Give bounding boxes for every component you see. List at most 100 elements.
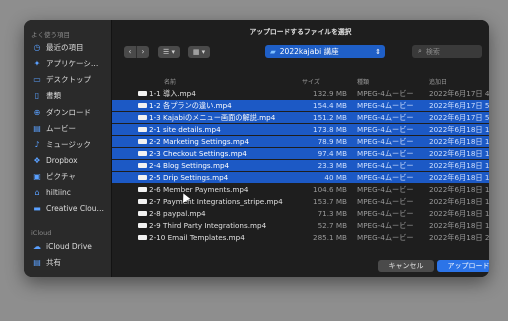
file-row[interactable]: 2-7 Payment Integrations_stripe.mp4 153.7… [112, 196, 489, 207]
film-icon: ▤ [33, 123, 41, 133]
file-size: 40 MB [324, 173, 347, 182]
sidebar-item-creative-cloud[interactable]: ▬ Creative Clou… [24, 201, 111, 215]
chevron-updown-icon: ⇕ [375, 47, 381, 56]
file-row[interactable]: 2-6 Member Payments.mp4 104.6 MB MPEG-4ムービ… [112, 184, 489, 195]
download-icon: ⊕ [33, 107, 41, 117]
file-name: 2-4 Blog Settings.mp4 [149, 161, 230, 170]
column-size[interactable]: サイズ [302, 77, 320, 86]
file-row[interactable]: 2-8 paypal.mp4 71.3 MB MPEG-4ムービー 2022年6月18… [112, 208, 489, 219]
file-row[interactable]: 1-1 導入.mp4 132.9 MB MPEG-4ムービー 2022年6月17日 4 [112, 88, 489, 99]
file-kind: MPEG-4ムービー [357, 173, 414, 182]
file-name: 1-2 各プランの違い.mp4 [149, 101, 232, 110]
video-file-icon [138, 223, 147, 228]
column-kind[interactable]: 種類 [357, 77, 369, 86]
file-date: 2022年6月18日 1 [429, 161, 489, 170]
file-size: 97.4 MB [317, 149, 347, 158]
file-kind: MPEG-4ムービー [357, 185, 414, 194]
cancel-button[interactable]: キャンセル [378, 260, 434, 272]
column-name[interactable]: 名前 [164, 77, 176, 86]
file-kind: MPEG-4ムービー [357, 197, 414, 206]
file-name: 2-1 site details.mp4 [149, 125, 221, 134]
sidebar-item-label: ピクチャ [46, 171, 76, 181]
video-file-icon [138, 127, 147, 132]
video-file-icon [138, 199, 147, 204]
file-row[interactable]: 2-4 Blog Settings.mp4 23.3 MB MPEG-4ムービー 20… [112, 160, 489, 171]
file-date: 2022年6月18日 1 [429, 173, 489, 182]
file-date: 2022年6月18日 1 [429, 149, 489, 158]
sidebar-item-home[interactable]: ⌂ hiltiinc [24, 185, 111, 199]
sidebar-item-pictures[interactable]: ▣ ピクチャ [24, 169, 111, 183]
file-size: 153.7 MB [313, 197, 347, 206]
file-date: 2022年6月17日 5 [429, 101, 489, 110]
sidebar-item-dropbox[interactable]: ❖ Dropbox [24, 153, 111, 167]
upload-button[interactable]: アップロード [437, 260, 489, 272]
sidebar-item-recents[interactable]: ◷ 最近の項目 [24, 40, 111, 54]
sidebar-item-shared[interactable]: ▤ 共有 [24, 255, 111, 269]
folder-popup[interactable]: ▰ 2022kajabi 講座 ⇕ [265, 45, 385, 58]
sidebar: よく使う項目 ◷ 最近の項目 ✦ アプリケーシ… ▭ デスクトップ ▯ 書類 ⊕… [24, 20, 112, 277]
file-row[interactable]: 2-2 Marketing Settings.mp4 78.9 MB MPEG-4ム… [112, 136, 489, 147]
file-row[interactable]: 2-3 Checkout Settings.mp4 97.4 MB MPEG-4ムー… [112, 148, 489, 159]
sidebar-item-documents[interactable]: ▯ 書類 [24, 88, 111, 102]
sidebar-item-movies[interactable]: ▤ ムービー [24, 121, 111, 135]
file-kind: MPEG-4ムービー [357, 161, 414, 170]
sidebar-item-label: 書類 [46, 90, 61, 100]
sidebar-item-applications[interactable]: ✦ アプリケーシ… [24, 56, 111, 70]
column-date-added[interactable]: 追加日 [429, 77, 447, 86]
sidebar-favorites-header: よく使う項目 [31, 31, 70, 39]
back-button[interactable]: ‹ [124, 46, 136, 58]
file-row[interactable]: 2-1 site details.mp4 173.8 MB MPEG-4ムービー 20… [112, 124, 489, 135]
music-icon: ♪ [34, 139, 40, 149]
file-size: 52.7 MB [317, 221, 347, 230]
file-row[interactable]: 2-10 Email Templates.mp4 285.1 MB MPEG-4ムー… [112, 232, 489, 243]
file-name: 2-7 Payment Integrations_stripe.mp4 [149, 197, 283, 206]
sidebar-item-desktop[interactable]: ▭ デスクトップ [24, 72, 111, 86]
file-kind: MPEG-4ムービー [357, 113, 414, 122]
sidebar-item-label: 最近の項目 [46, 42, 84, 52]
file-name: 1-3 Kajabiのメニュー画面の解説.mp4 [149, 113, 276, 122]
file-kind: MPEG-4ムービー [357, 125, 414, 134]
sidebar-item-music[interactable]: ♪ ミュージック [24, 137, 111, 151]
file-date: 2022年6月18日 1 [429, 125, 489, 134]
video-file-icon [138, 103, 147, 108]
file-size: 71.3 MB [317, 209, 347, 218]
file-kind: MPEG-4ムービー [357, 137, 414, 146]
file-name: 2-2 Marketing Settings.mp4 [149, 137, 250, 146]
video-file-icon [138, 91, 147, 96]
file-size: 154.4 MB [313, 101, 347, 110]
sidebar-item-label: iCloud Drive [46, 241, 92, 251]
file-row[interactable]: 1-2 各プランの違い.mp4 154.4 MB MPEG-4ムービー 2022年6月… [112, 100, 489, 111]
sidebar-icloud-header: iCloud [31, 229, 52, 237]
folder-icon: ▬ [33, 203, 41, 213]
shared-icon: ▤ [33, 257, 41, 267]
file-kind: MPEG-4ムービー [357, 101, 414, 110]
search-field[interactable]: ⌕ 検索 [412, 45, 482, 58]
sidebar-item-label: デスクトップ [46, 74, 91, 84]
forward-button[interactable]: › [136, 46, 149, 58]
file-date: 2022年6月18日 1 [429, 209, 489, 218]
file-row[interactable]: 2-5 Drip Settings.mp4 40 MB MPEG-4ムービー 2022… [112, 172, 489, 183]
file-size: 78.9 MB [317, 137, 347, 146]
column-header: 名前 サイズ 種類 追加日 [112, 75, 489, 87]
file-name: 2-10 Email Templates.mp4 [149, 233, 245, 242]
file-kind: MPEG-4ムービー [357, 89, 414, 98]
video-file-icon [138, 211, 147, 216]
sidebar-item-icloud-drive[interactable]: ☁ iCloud Drive [24, 239, 111, 253]
file-name: 2-8 paypal.mp4 [149, 209, 206, 218]
file-name: 1-1 導入.mp4 [149, 89, 196, 98]
group-view-button[interactable]: ▦ ▾ [188, 46, 210, 58]
sidebar-item-label: Creative Clou… [46, 203, 104, 213]
file-row[interactable]: 1-3 Kajabiのメニュー画面の解説.mp4 151.2 MB MPEG-4ムー… [112, 112, 489, 123]
list-view-button[interactable]: ☰ ▾ [158, 46, 180, 58]
sidebar-item-label: ミュージック [46, 139, 91, 149]
sidebar-item-downloads[interactable]: ⊕ ダウンロード [24, 105, 111, 119]
video-file-icon [138, 235, 147, 240]
file-date: 2022年6月17日 4 [429, 89, 489, 98]
file-kind: MPEG-4ムービー [357, 149, 414, 158]
video-file-icon [138, 151, 147, 156]
file-date: 2022年6月18日 2 [429, 233, 489, 242]
file-kind: MPEG-4ムービー [357, 233, 414, 242]
file-size: 132.9 MB [313, 89, 347, 98]
file-row[interactable]: 2-9 Third Party Integrations.mp4 52.7 MB M… [112, 220, 489, 231]
video-file-icon [138, 115, 147, 120]
